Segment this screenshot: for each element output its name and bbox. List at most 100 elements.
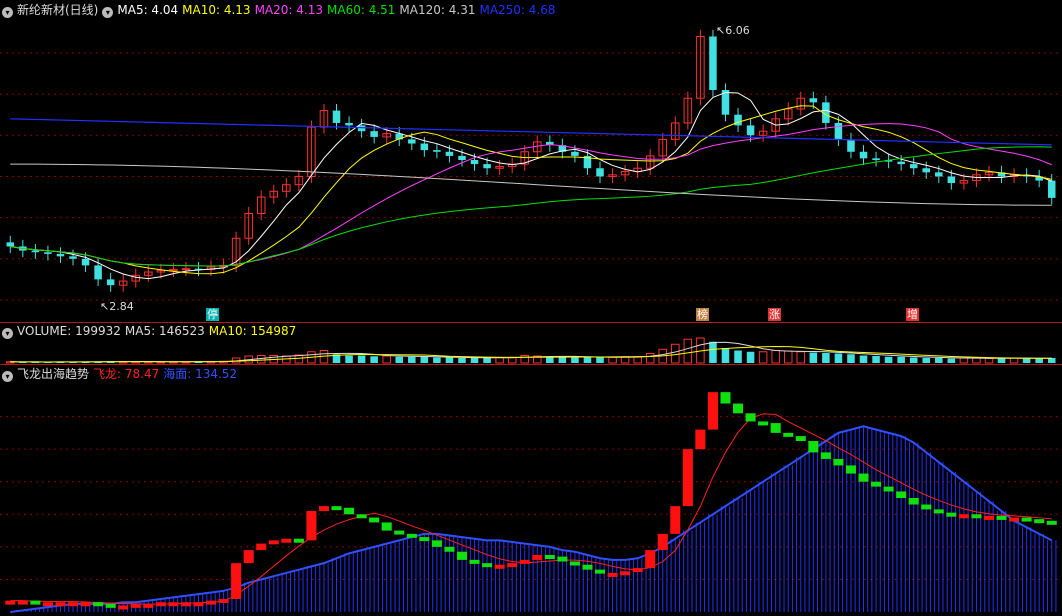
feilong-block [720, 392, 731, 404]
volume-bar [834, 353, 843, 363]
collapse-icon[interactable]: ▾ [2, 371, 13, 382]
volume-panel[interactable]: ▾ VOLUME: 199932 MA5: 146523 MA10: 154987 [0, 322, 1062, 364]
candle-down [470, 160, 479, 165]
feilong-block [544, 555, 555, 559]
feilong-block [482, 563, 493, 568]
candle-down [69, 256, 77, 259]
candle-down [31, 250, 40, 253]
feilong-block [143, 603, 154, 608]
feilong-block [808, 441, 819, 453]
feilong-block [858, 473, 869, 482]
volume-ma10-line [10, 345, 1052, 363]
candlestick-chart[interactable] [0, 0, 1062, 322]
collapse-icon[interactable]: ▾ [2, 7, 13, 18]
volume-bar [683, 338, 693, 364]
volume-bar [1035, 358, 1043, 363]
feilong-block [657, 533, 668, 551]
feilong-block [958, 514, 969, 519]
volume-bar [608, 356, 617, 364]
volume-bar [495, 357, 504, 364]
feilong-block [1009, 517, 1020, 522]
feilong-block [293, 538, 304, 543]
candle-down [872, 158, 880, 160]
volume-bar [721, 348, 730, 363]
volume-bar [395, 356, 404, 363]
candle-down [56, 253, 65, 257]
event-mark-rise[interactable]: 涨 [768, 308, 781, 321]
candle-down [935, 172, 943, 177]
candle-down [345, 122, 353, 126]
volume-bar [972, 357, 981, 364]
volume-bar [935, 358, 943, 363]
feilong-block [231, 563, 242, 599]
candle-down [909, 164, 918, 169]
candle-down [571, 151, 579, 156]
candle-down [483, 164, 491, 169]
volume-bar [909, 357, 918, 363]
feilong-block [67, 602, 79, 607]
volume-bar [709, 341, 717, 363]
candle-down [859, 151, 868, 159]
volume-bar [847, 354, 855, 363]
feilong-block [218, 598, 229, 603]
candle-down [947, 176, 956, 184]
ma5-line [10, 91, 1052, 280]
volume-legend-2: MA10: 154987 [208, 324, 297, 338]
indicator-panel[interactable]: ▾ 飞龙出海趋势 飞龙: 78.47 海面: 134.52 [0, 364, 1062, 616]
feilong-block [130, 603, 141, 608]
candle-down [370, 131, 378, 137]
ma250-line [10, 118, 1052, 146]
feilong-block [5, 600, 16, 605]
feilong-block [281, 538, 292, 543]
feilong-block [896, 491, 907, 498]
feilong-block [921, 504, 932, 510]
volume-bar [746, 351, 755, 363]
candle-down [6, 242, 15, 247]
feilong-indicator-chart[interactable] [0, 364, 1062, 616]
event-mark-list[interactable]: 榜 [696, 308, 709, 321]
feilong-block [256, 543, 267, 551]
candle-down [106, 279, 115, 286]
feilong-block [908, 498, 919, 505]
ma-legend-5: MA250: 4.68 [479, 3, 556, 17]
candle-up [181, 268, 191, 271]
feilong-block [30, 600, 41, 605]
feilong-signal-line [10, 413, 1052, 605]
candle-down [1047, 180, 1056, 198]
feilong-block [306, 511, 317, 541]
price-chart-panel[interactable]: ▾ 新纶新材(日线) ▾ MA5: 4.04 MA10: 4.13 MA20: 4.13 M… [0, 0, 1062, 322]
feilong-block [645, 550, 656, 569]
indicator-legend-0: 飞龙: 78.47 [93, 367, 160, 381]
feilong-block [118, 605, 129, 610]
feilong-block [55, 602, 66, 607]
ma-legend-2: MA20: 4.13 [254, 3, 323, 17]
volume-bar [922, 358, 931, 363]
collapse-icon[interactable]: ▾ [102, 7, 114, 18]
ma-legend-0: MA5: 4.04 [117, 3, 179, 17]
low-price-label: ↖2.84 [100, 300, 134, 313]
feilong-block [820, 452, 831, 459]
event-mark-stop[interactable]: 停 [206, 308, 219, 321]
feilong-block [507, 563, 518, 568]
volume-bar [796, 351, 806, 364]
volume-bar [345, 355, 353, 363]
collapse-icon[interactable]: ▾ [2, 328, 13, 339]
feilong-block [532, 555, 543, 560]
candle-down [81, 258, 90, 266]
high-price-label: ↖6.06 [716, 24, 750, 37]
feilong-block [42, 602, 53, 607]
event-mark-increase[interactable]: 增 [906, 308, 919, 321]
volume-bar [357, 355, 366, 363]
volume-bar [947, 358, 956, 363]
volume-bar [470, 358, 479, 363]
feilong-block [80, 602, 91, 607]
candle-down [596, 168, 604, 177]
indicator-header: ▾ 飞龙出海趋势 飞龙: 78.47 海面: 134.52 [2, 366, 245, 382]
feilong-block [369, 517, 380, 523]
volume-bar [583, 357, 592, 363]
volume-bar [758, 351, 768, 364]
candle-down [44, 252, 52, 254]
candle-down [332, 110, 341, 123]
volume-bar [897, 356, 905, 363]
feilong-block [1046, 520, 1057, 525]
